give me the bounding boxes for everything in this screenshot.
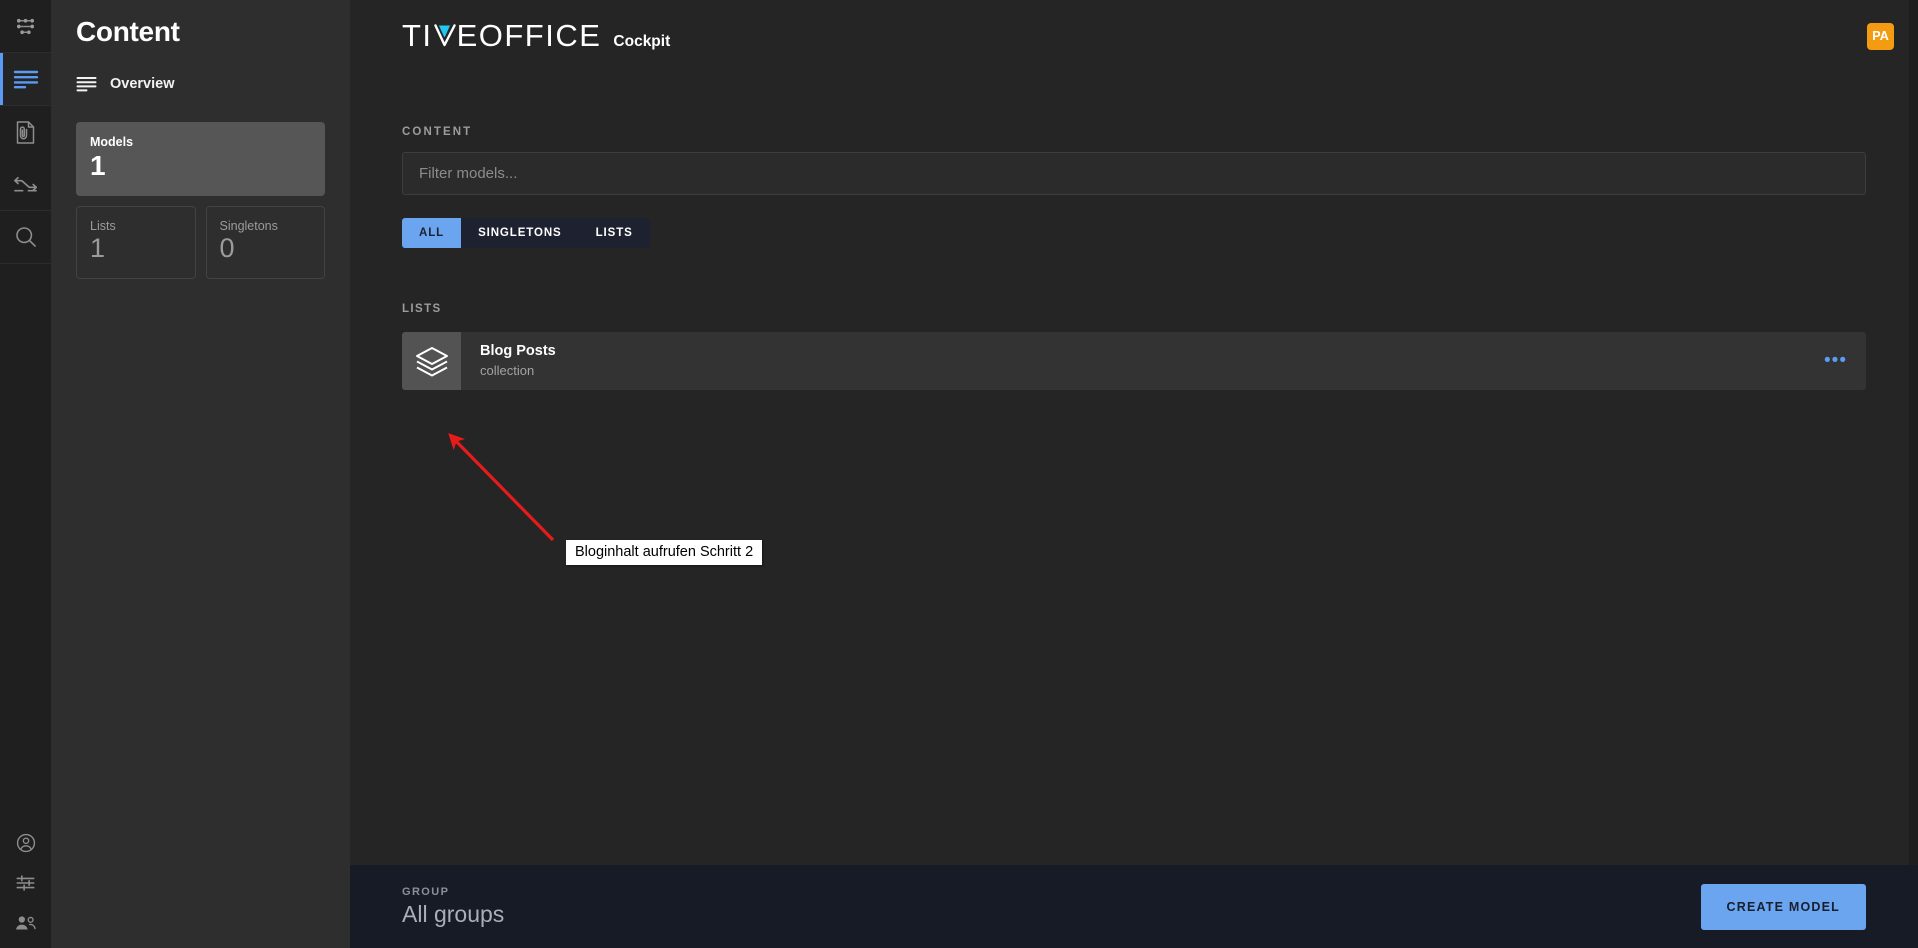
- main-body: CONTENT ALL SINGLETONS LISTS LISTS: [350, 72, 1918, 948]
- app-root: Content Overview Models 1 Lists 1 Single…: [0, 0, 1918, 948]
- content-section-label: CONTENT: [402, 126, 473, 138]
- rail-group-content: [0, 53, 51, 106]
- model-type: collection: [480, 362, 535, 378]
- tab-lists[interactable]: LISTS: [579, 218, 650, 248]
- sync-arrows-icon: [14, 176, 38, 192]
- more-options-icon[interactable]: •••: [1805, 332, 1866, 390]
- settings-sliders-icon: [16, 875, 35, 891]
- tab-all[interactable]: ALL: [402, 218, 462, 248]
- create-model-button[interactable]: CREATE MODEL: [1700, 883, 1866, 930]
- stat-singletons-label: Singletons: [219, 219, 278, 234]
- sidebar-item-search[interactable]: [0, 211, 51, 263]
- sidebar-item-assets[interactable]: [0, 106, 51, 158]
- logo-subtitle: Cockpit: [613, 33, 671, 50]
- file-attachment-icon: [16, 120, 35, 144]
- content-lines-icon: [13, 70, 38, 89]
- rail-group-nodes: [0, 0, 51, 53]
- stat-card-models[interactable]: Models 1: [76, 122, 325, 197]
- model-icon-wrap: [402, 332, 461, 390]
- rail-group-search: [0, 211, 51, 264]
- model-name: Blog Posts: [480, 343, 556, 360]
- sidebar-item-sync[interactable]: [0, 158, 51, 210]
- sidebar-item-users[interactable]: [0, 908, 51, 938]
- scrollbar[interactable]: [1909, 0, 1918, 865]
- stat-lists-label: Lists: [90, 219, 116, 234]
- icon-rail: [0, 0, 51, 948]
- lists-group-label: LISTS: [402, 303, 442, 315]
- sidebar-item-nodes[interactable]: [0, 0, 51, 52]
- nodes-icon: [16, 18, 35, 34]
- sidebar-overview-label: Overview: [110, 76, 175, 92]
- footer-group-label: GROUP: [402, 885, 450, 898]
- users-people-icon: [15, 916, 36, 930]
- rail-bottom-group: [0, 828, 51, 948]
- footer-group: GROUP All groups: [402, 886, 504, 927]
- search-input[interactable]: [402, 152, 1866, 195]
- model-filter-tabs: ALL SINGLETONS LISTS: [402, 218, 650, 248]
- footer-group-value[interactable]: All groups: [402, 901, 504, 927]
- sidebar-item-content[interactable]: [0, 53, 51, 105]
- avatar[interactable]: PA: [1867, 22, 1894, 50]
- stat-singletons-value: 0: [219, 233, 235, 264]
- sidebar-item-account[interactable]: [0, 828, 51, 858]
- content-sidebar: Content Overview Models 1 Lists 1 Single…: [51, 0, 350, 948]
- sidebar-item-settings[interactable]: [0, 868, 51, 898]
- account-circle-icon: [16, 833, 35, 853]
- tab-singletons[interactable]: SINGLETONS: [461, 218, 579, 248]
- list-item[interactable]: Blog Posts collection •••: [402, 332, 1866, 390]
- layers-stack-icon: [415, 346, 448, 376]
- logo-check-icon: [433, 22, 456, 47]
- search-icon: [15, 227, 36, 247]
- stat-row: Lists 1 Singletons 0: [76, 206, 325, 279]
- logo-text-part2: EOFFICE: [456, 18, 602, 53]
- footer-bar: GROUP All groups CREATE MODEL: [350, 865, 1918, 948]
- sidebar-item-overview[interactable]: Overview: [76, 76, 325, 92]
- stat-card-singletons[interactable]: Singletons 0: [205, 206, 325, 279]
- logo-wordmark: TI EOFFICE: [402, 18, 601, 54]
- logo-text-part1: TI: [402, 18, 433, 53]
- stat-card-lists[interactable]: Lists 1: [76, 206, 196, 279]
- list-lines-icon: [76, 77, 97, 92]
- model-text: Blog Posts collection: [461, 332, 1805, 390]
- app-logo[interactable]: TI EOFFICE Cockpit: [402, 18, 670, 54]
- stat-models-value: 1: [90, 150, 106, 181]
- rail-group-tools: [0, 106, 51, 211]
- page-title: Content: [76, 16, 180, 47]
- stat-models-label: Models: [90, 135, 134, 149]
- top-bar: TI EOFFICE Cockpit PA: [350, 0, 1918, 72]
- stat-lists-value: 1: [90, 233, 106, 264]
- main-area: TI EOFFICE Cockpit PA CONTENT ALL: [350, 0, 1918, 948]
